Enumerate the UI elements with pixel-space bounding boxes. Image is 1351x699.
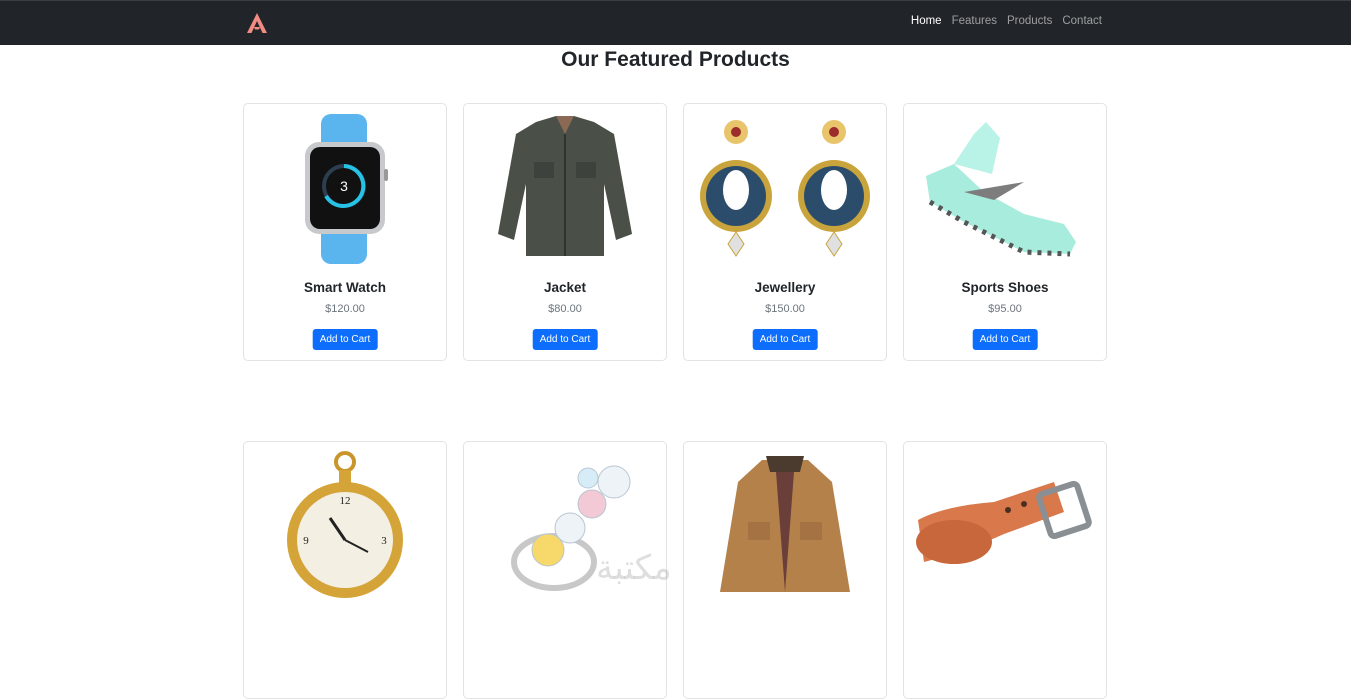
leather-belt-image <box>916 480 1092 564</box>
product-card-smart-watch: 3 Smart Watch $120.00 Add to Cart <box>243 103 447 361</box>
product-card-jacket: Jacket $80.00 Add to Cart <box>463 103 667 361</box>
jacket-image <box>498 116 632 256</box>
add-to-cart-button[interactable]: Add to Cart <box>752 329 818 350</box>
navbar: Home Features Products Contact <box>0 0 1351 45</box>
smart-watch-image: 3 <box>305 114 388 264</box>
product-card-sports-shoes: Sports Shoes $95.00 Add to Cart <box>903 103 1107 361</box>
nav-links: Home Features Products Contact <box>911 15 1102 27</box>
letter-a-logo[interactable] <box>245 11 269 35</box>
product-name: Smart Watch <box>303 280 386 295</box>
svg-text:12: 12 <box>340 495 351 507</box>
product-name: Jacket <box>543 280 587 295</box>
product-name: Sports Shoes <box>961 280 1049 295</box>
svg-text:9: 9 <box>303 535 309 547</box>
nav-link-contact[interactable]: Contact <box>1062 15 1102 27</box>
nav-link-features[interactable]: Features <box>952 15 997 27</box>
pocket-watch-image: 12 3 9 <box>287 451 403 598</box>
product-card-brown-jacket <box>683 441 887 699</box>
product-card-belt <box>903 441 1107 699</box>
product-card-jewellery: Jewellery $150.00 Add to Cart <box>683 103 887 361</box>
product-price: $95.00 <box>988 303 1022 315</box>
svg-text:3: 3 <box>381 535 387 547</box>
page-title: Our Featured Products <box>561 48 790 71</box>
nav-link-products[interactable]: Products <box>1007 15 1052 27</box>
brown-jacket-image <box>720 456 850 592</box>
product-price: $80.00 <box>548 303 582 315</box>
product-name: Jewellery <box>754 280 816 295</box>
sports-shoe-image <box>926 122 1076 257</box>
watermark-text: مكتبة <box>596 548 672 588</box>
add-to-cart-button[interactable]: Add to Cart <box>972 329 1038 350</box>
product-price: $150.00 <box>765 303 805 315</box>
svg-text:3: 3 <box>340 178 348 194</box>
product-price: $120.00 <box>325 303 365 315</box>
add-to-cart-button[interactable]: Add to Cart <box>532 329 598 350</box>
earrings-image <box>700 120 870 257</box>
product-card-pocket-watch: 12 3 9 <box>243 441 447 699</box>
add-to-cart-button[interactable]: Add to Cart <box>312 329 378 350</box>
nav-link-home[interactable]: Home <box>911 15 942 27</box>
